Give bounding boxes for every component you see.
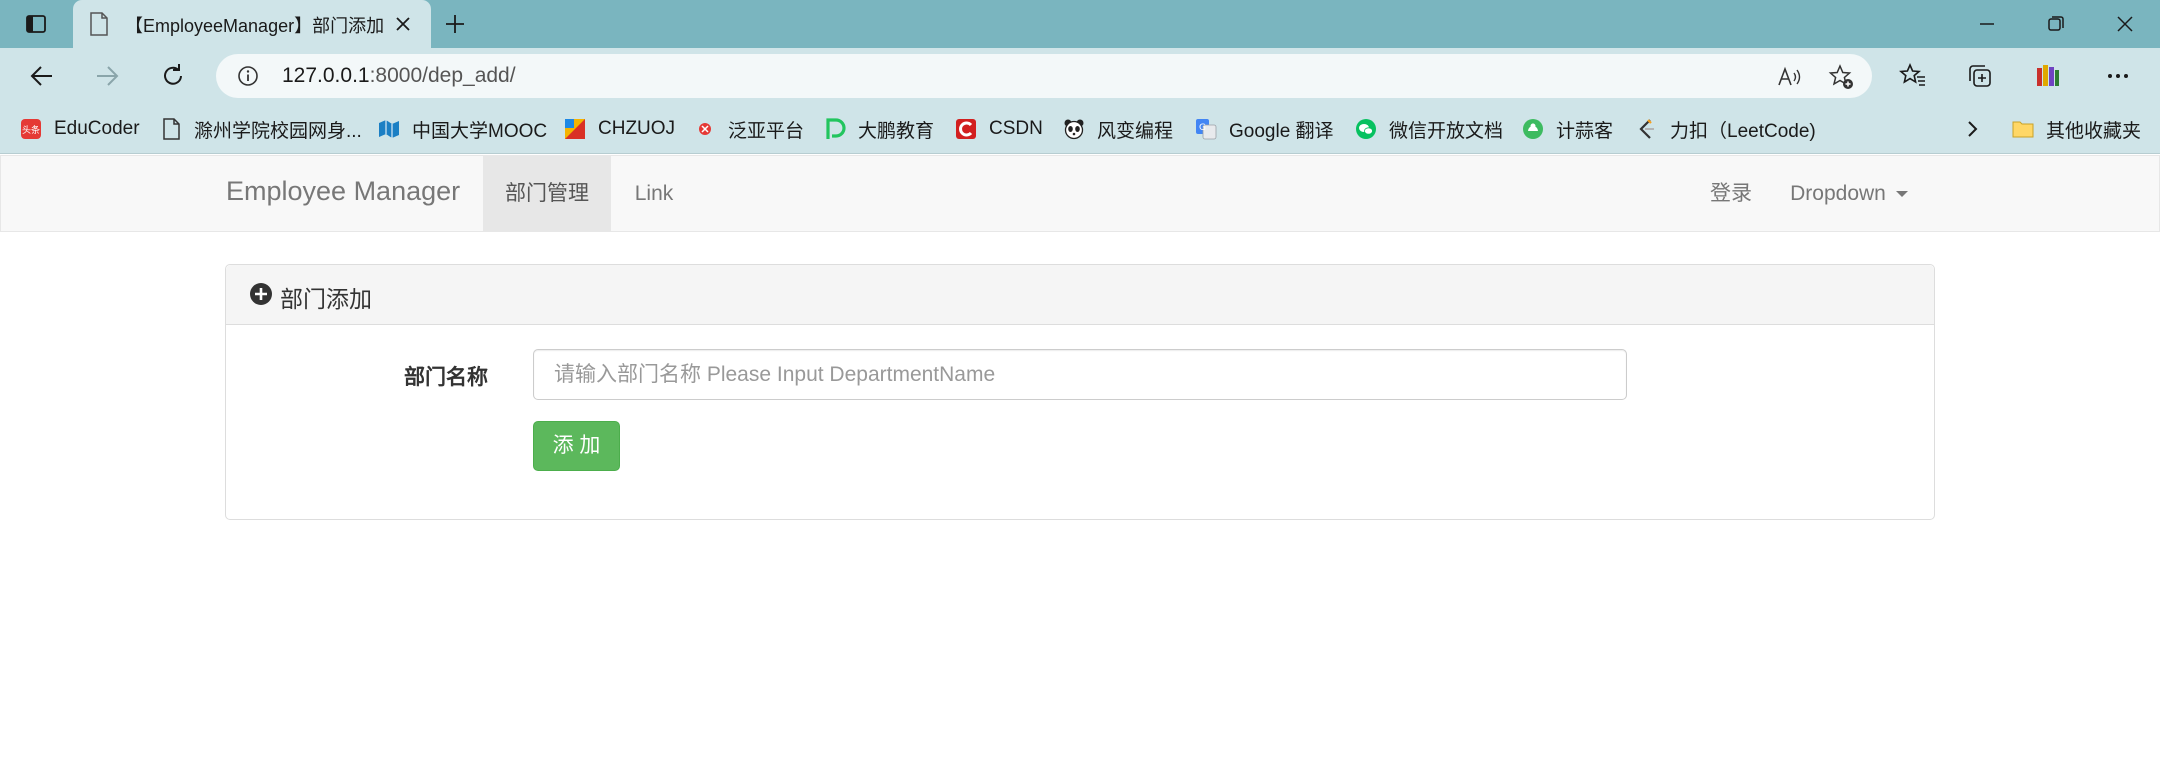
favorites-icon[interactable] <box>1899 62 1927 90</box>
address-bar[interactable]: 127.0.0.1:8000/dep_add/ <box>216 54 1872 98</box>
nav-item-login[interactable]: 登录 <box>1689 156 1773 231</box>
nav-item-link[interactable]: Link <box>611 156 697 231</box>
chevron-right-icon[interactable] <box>1960 117 1984 141</box>
mooc-icon <box>379 120 399 138</box>
navbar-brand[interactable]: Employee Manager <box>226 176 460 207</box>
bookmark-google-translate[interactable]: G Google 翻译 <box>1195 115 1334 143</box>
svg-text:头条: 头条 <box>22 124 40 136</box>
department-name-input[interactable] <box>533 349 1627 400</box>
department-add-panel: 部门添加 部门名称 添 加 <box>225 264 1935 520</box>
bookmark-fengbian[interactable]: 风变编程 <box>1063 115 1173 143</box>
other-bookmarks-folder[interactable]: 其他收藏夹 <box>2012 115 2141 143</box>
plus-circle-icon <box>250 283 272 305</box>
page-icon <box>163 118 180 140</box>
bookmark-csdn[interactable]: CSDN <box>955 115 1043 143</box>
new-tab-icon[interactable] <box>443 12 467 36</box>
bookmark-jisuanke[interactable]: 计蒜客 <box>1522 115 1613 143</box>
bookmark-mooc[interactable]: 中国大学MOOC <box>378 115 547 143</box>
add-button[interactable]: 添 加 <box>533 421 620 471</box>
url-text[interactable]: 127.0.0.1:8000/dep_add/ <box>282 64 516 88</box>
toutiao-icon: 头条 <box>21 119 41 139</box>
browser-tab[interactable]: 【EmployeeManager】部门添加 <box>73 0 431 48</box>
chzuoj-icon <box>565 119 585 139</box>
refresh-icon[interactable] <box>159 62 187 90</box>
department-name-label: 部门名称 <box>404 366 488 389</box>
read-aloud-icon[interactable] <box>1776 64 1802 90</box>
bookmark-chzu-network[interactable]: 滁州学院校园网身... <box>160 115 362 143</box>
panda-icon <box>1064 119 1084 140</box>
tab-actions-icon[interactable] <box>24 12 48 36</box>
forward-icon[interactable] <box>93 62 121 90</box>
caret-down-icon <box>1895 191 1908 198</box>
collections-icon[interactable] <box>1966 62 1994 90</box>
bookmark-wechat-docs[interactable]: 微信开放文档 <box>1355 115 1503 143</box>
site-navbar: Employee Manager 部门管理 Link 登录 Dropdown <box>0 155 2160 232</box>
add-favorite-icon[interactable] <box>1828 64 1854 90</box>
more-menu-icon[interactable] <box>2104 62 2132 90</box>
close-window-icon[interactable] <box>2113 12 2137 36</box>
bookmark-dapeng[interactable]: 大鹏教育 <box>824 115 934 143</box>
browser-titlebar: 【EmployeeManager】部门添加 <box>0 0 2160 48</box>
close-tab-icon[interactable] <box>393 14 413 34</box>
page-icon <box>90 12 108 36</box>
folder-icon <box>2012 121 2034 138</box>
panel-heading: 部门添加 <box>226 265 1934 325</box>
profile-avatar-icon[interactable] <box>2033 62 2061 90</box>
leetcode-icon <box>1639 119 1654 139</box>
browser-toolbar: 127.0.0.1:8000/dep_add/ <box>0 48 2160 104</box>
tab-title: 【EmployeeManager】部门添加 <box>125 16 385 36</box>
svg-text:G: G <box>1199 123 1206 133</box>
csdn-icon <box>956 119 976 139</box>
bookmark-chzuoj[interactable]: CHZUOJ <box>564 115 675 143</box>
minimize-icon[interactable] <box>1975 12 1999 36</box>
panel-title: 部门添加 <box>280 286 372 312</box>
bookmarks-bar: 头条 EduCoder 滁州学院校园网身... 中国大学MOOC CHZUOJ … <box>0 104 2160 154</box>
bookmark-educoder[interactable]: 头条 EduCoder <box>20 115 140 143</box>
site-info-icon[interactable] <box>236 64 260 88</box>
dapeng-icon <box>826 118 846 139</box>
fanya-icon <box>699 123 711 135</box>
restore-icon[interactable] <box>2044 12 2068 36</box>
google-translate-icon: G <box>1196 119 1217 140</box>
bookmark-leetcode[interactable]: 力扣（LeetCode) <box>1636 115 1816 143</box>
wechat-icon <box>1356 119 1376 139</box>
nav-dropdown[interactable]: Dropdown <box>1773 156 1925 231</box>
nav-item-department[interactable]: 部门管理 <box>483 156 611 231</box>
dropdown-label: Dropdown <box>1790 182 1886 205</box>
jisuanke-icon <box>1523 119 1543 139</box>
back-icon[interactable] <box>28 62 56 90</box>
bookmark-fanya[interactable]: 泛亚平台 <box>694 115 804 143</box>
